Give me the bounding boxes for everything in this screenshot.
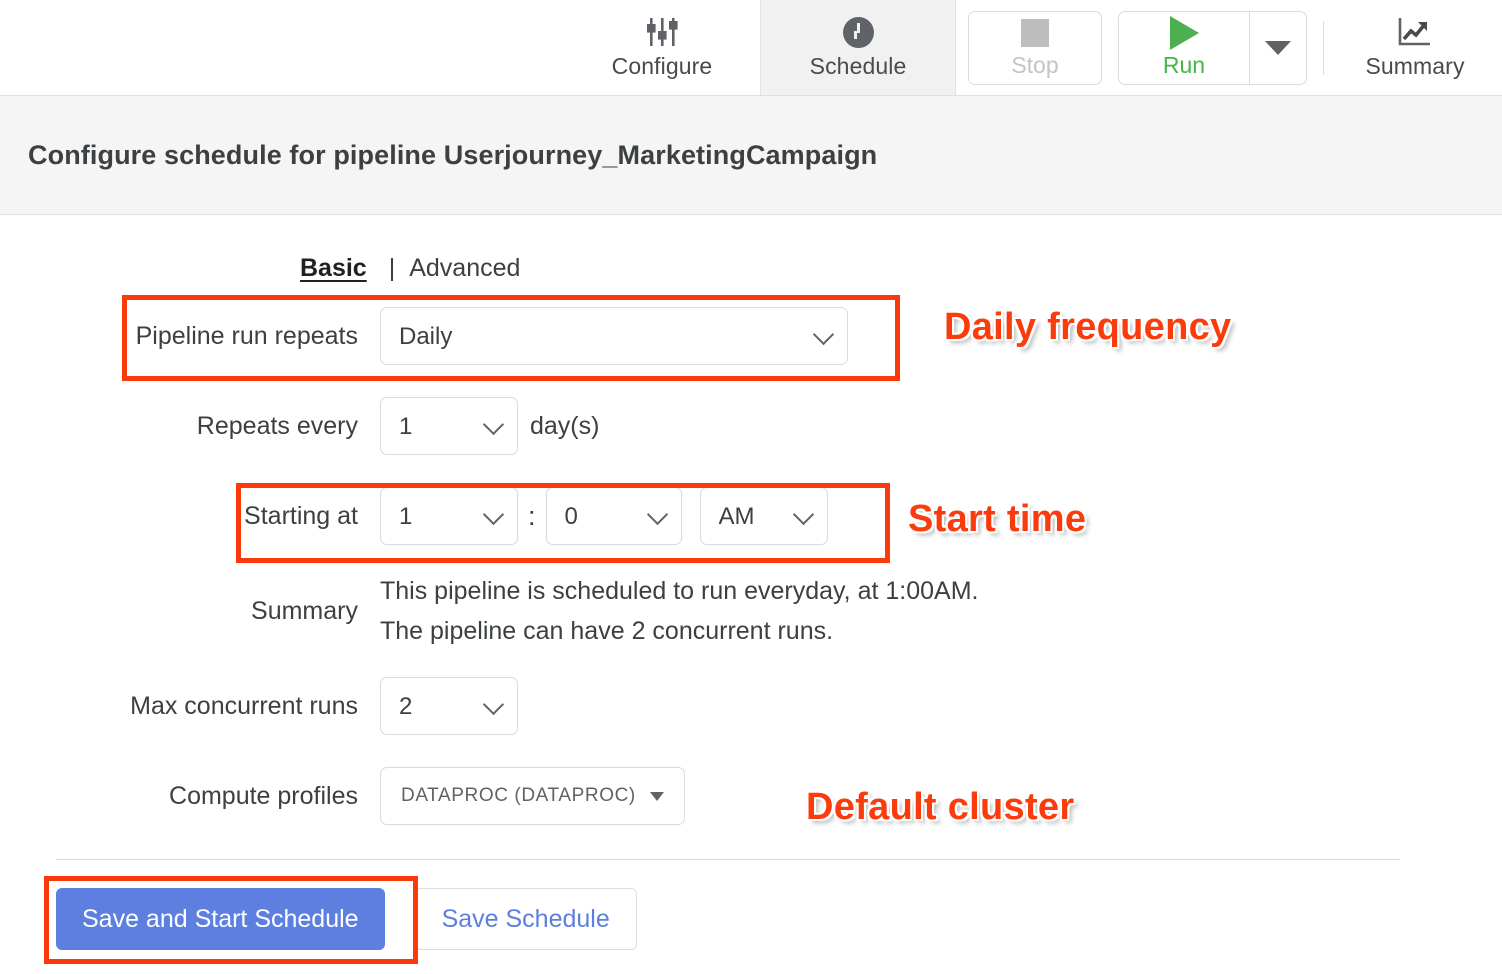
- save-and-start-schedule-button[interactable]: Save and Start Schedule: [56, 888, 385, 950]
- sliders-icon: [645, 15, 679, 49]
- trending-up-chart-icon: [1397, 15, 1433, 49]
- row-summary: Summary This pipeline is scheduled to ru…: [0, 561, 1502, 661]
- row-max-concurrent-runs: Max concurrent runs 2: [0, 661, 1502, 751]
- row-pipeline-run-repeats: Pipeline run repeats Daily: [0, 291, 1502, 381]
- toolbar-spacer: [0, 0, 564, 95]
- caret-down-icon: [650, 792, 664, 801]
- toolbar-divider: [1323, 21, 1324, 75]
- caret-down-icon: [1265, 41, 1291, 55]
- mode-advanced-link[interactable]: Advanced: [409, 254, 520, 283]
- tab-summary[interactable]: Summary: [1340, 15, 1490, 80]
- clock-icon: [843, 15, 874, 49]
- row-starting-at: Starting at 1 : 0 AM: [0, 471, 1502, 561]
- max-concurrent-runs-select[interactable]: 2: [380, 677, 518, 735]
- start-hour-select-wrap: 1: [380, 487, 518, 545]
- run-controls: Stop Run Summary: [956, 0, 1502, 95]
- tab-configure-label: Configure: [612, 53, 713, 80]
- repeats-every-select-wrap: 1: [380, 397, 518, 455]
- repeats-every-unit: day(s): [530, 412, 599, 441]
- tab-schedule[interactable]: Schedule: [760, 0, 956, 95]
- start-ampm-select-wrap: AM: [700, 487, 828, 545]
- run-button-label: Run: [1163, 52, 1205, 79]
- mode-switcher: Basic | Advanced: [300, 245, 1502, 291]
- pipeline-run-repeats-select-wrap: Daily: [380, 307, 848, 365]
- play-triangle-icon: [1170, 16, 1199, 50]
- mode-separator: |: [389, 254, 396, 283]
- repeats-every-label: Repeats every: [0, 412, 380, 441]
- form-actions: Save and Start Schedule Save Schedule: [0, 860, 1502, 950]
- starting-at-label: Starting at: [0, 502, 380, 531]
- save-schedule-button[interactable]: Save Schedule: [415, 888, 637, 950]
- mode-basic-link[interactable]: Basic: [300, 254, 367, 283]
- pipeline-run-repeats-label: Pipeline run repeats: [0, 322, 380, 351]
- start-hour-select[interactable]: 1: [380, 487, 518, 545]
- run-button[interactable]: Run: [1119, 12, 1249, 84]
- row-repeats-every: Repeats every 1 day(s): [0, 381, 1502, 471]
- compute-profiles-label: Compute profiles: [0, 782, 380, 811]
- summary-text: This pipeline is scheduled to run everyd…: [380, 571, 978, 651]
- compute-profile-button[interactable]: DATAPROC (DATAPROC): [380, 767, 685, 825]
- schedule-form: Basic | Advanced Pipeline run repeats Da…: [0, 215, 1502, 950]
- summary-label: Summary: [0, 597, 380, 626]
- start-ampm-select[interactable]: AM: [700, 487, 828, 545]
- tab-configure[interactable]: Configure: [564, 0, 760, 95]
- max-concurrent-runs-label: Max concurrent runs: [0, 692, 380, 721]
- row-compute-profiles: Compute profiles DATAPROC (DATAPROC): [0, 751, 1502, 841]
- pipeline-run-repeats-select[interactable]: Daily: [380, 307, 848, 365]
- page-title: Configure schedule for pipeline Userjour…: [28, 140, 877, 171]
- stop-square-icon: [1021, 16, 1049, 50]
- tab-schedule-label: Schedule: [810, 53, 907, 80]
- page-header-band: Configure schedule for pipeline Userjour…: [0, 96, 1502, 215]
- max-concurrent-runs-select-wrap: 2: [380, 677, 518, 735]
- stop-button-label: Stop: [1011, 52, 1058, 79]
- summary-line-2: The pipeline can have 2 concurrent runs.: [380, 611, 978, 651]
- time-colon: :: [528, 501, 536, 532]
- summary-line-1: This pipeline is scheduled to run everyd…: [380, 571, 978, 611]
- compute-profile-value: DATAPROC (DATAPROC): [401, 785, 636, 807]
- top-toolbar: Configure Schedule Stop Run: [0, 0, 1502, 96]
- repeats-every-select[interactable]: 1: [380, 397, 518, 455]
- run-dropdown-button[interactable]: [1249, 12, 1306, 84]
- start-minute-select[interactable]: 0: [546, 487, 682, 545]
- run-button-group: Run: [1118, 11, 1307, 85]
- stop-button[interactable]: Stop: [968, 11, 1102, 85]
- start-minute-select-wrap: 0: [546, 487, 682, 545]
- tab-summary-label: Summary: [1365, 53, 1464, 80]
